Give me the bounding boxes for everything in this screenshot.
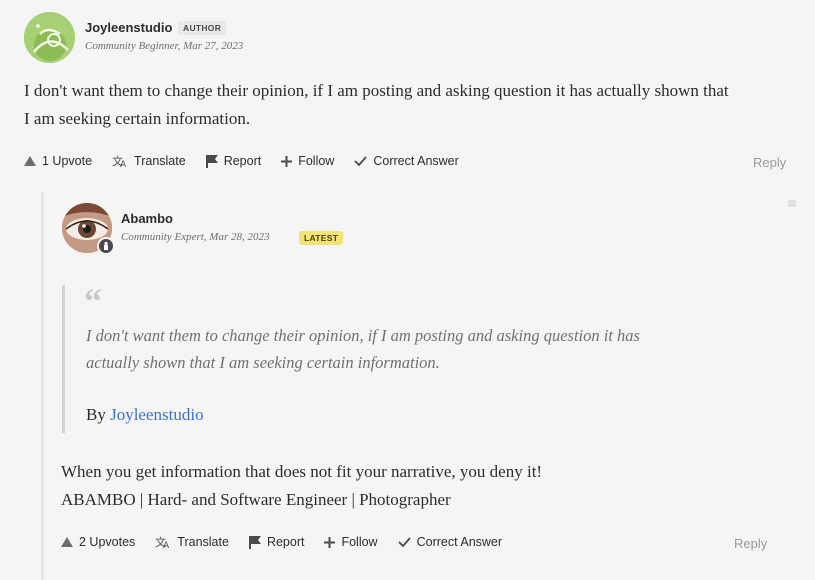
signature-line: ABAMBO | Hard- and Software Engineer | P… [61,490,451,509]
translate-button[interactable]: 文A Translate [112,154,186,168]
svg-text:A: A [120,160,127,168]
latest-badge: LATEST [299,231,344,245]
quote-attribution: By Joyleenstudio [86,405,204,425]
translate-icon: 文A [112,154,128,168]
follow-label: Follow [341,535,378,549]
quote-line: I don't want them to change their opinio… [86,326,640,345]
checkmark-icon [354,156,368,166]
author-badge: AUTHOR [178,21,227,35]
correct-answer-button[interactable]: Correct Answer [397,535,503,549]
translate-icon: 文A [155,535,171,549]
post-body-line: I am seeking certain information. [24,109,251,128]
post-meta: Community Beginner, Mar 27, 2023 [85,40,244,52]
quote-line: actually shown that I am seeking certain… [86,353,440,372]
expert-badge-icon [97,237,115,255]
report-label: Report [266,535,305,549]
upvote-triangle-icon [24,156,36,166]
correct-answer-label: Correct Answer [416,535,503,549]
reply-post-joyleenstudio: Joyleenstudio AUTHOR Community Beginner,… [0,0,815,190]
post-body: When you get information that does not f… [61,458,781,514]
correct-answer-button[interactable]: Correct Answer [354,154,459,168]
follow-label: Follow [298,154,335,168]
upvote-count: 2 Upvotes [79,535,136,549]
post-body-line: I don't want them to change their opinio… [24,81,729,100]
author-rank: Community Beginner [85,40,178,52]
author-name[interactable]: Joyleenstudio [85,20,172,35]
avatar-illustration-icon [24,12,75,63]
flag-icon [248,535,261,549]
reply-button[interactable]: Reply [753,155,786,170]
post-date: Mar 27, 2023 [183,40,244,52]
post-actions: 2 Upvotes 文A Translate Report Follow Cor… [61,535,522,549]
upvote-count: 1 Upvote [42,154,93,168]
report-button[interactable]: Report [248,535,305,549]
translate-button[interactable]: 文A Translate [155,535,229,549]
author-rank: Community Expert [121,231,204,243]
quote-text: I don't want them to change their opinio… [86,322,706,376]
plus-icon [324,536,336,548]
report-button[interactable]: Report [205,154,262,168]
by-label: By [86,405,106,424]
follow-button[interactable]: Follow [324,535,378,549]
lock-icon [788,200,796,207]
post-date: Mar 28, 2023 [209,231,270,243]
translate-label: Translate [134,154,186,168]
upvote-button[interactable]: 2 Upvotes [61,535,135,549]
upvote-triangle-icon [61,537,73,547]
checkmark-icon [397,537,411,547]
plus-icon [281,155,293,167]
svg-text:A: A [163,541,170,549]
author-name[interactable]: Abambo [121,211,173,226]
flag-icon [205,154,218,168]
post-body-line: When you get information that does not f… [61,462,543,481]
quoted-author-link[interactable]: Joyleenstudio [110,405,204,424]
follow-button[interactable]: Follow [281,154,334,168]
quote-mark-icon: “ [84,281,102,321]
report-label: Report [223,154,262,168]
post-body: I don't want them to change their opinio… [24,77,814,133]
translate-label: Translate [177,535,229,549]
upvote-button[interactable]: 1 Upvote [24,154,92,168]
author-avatar[interactable] [24,12,75,63]
post-actions: 1 Upvote 文A Translate Report Follow Corr… [24,154,479,168]
reply-button[interactable]: Reply [734,536,767,551]
post-meta: Community Expert, Mar 28, 2023 [121,231,270,243]
correct-answer-label: Correct Answer [373,154,459,168]
